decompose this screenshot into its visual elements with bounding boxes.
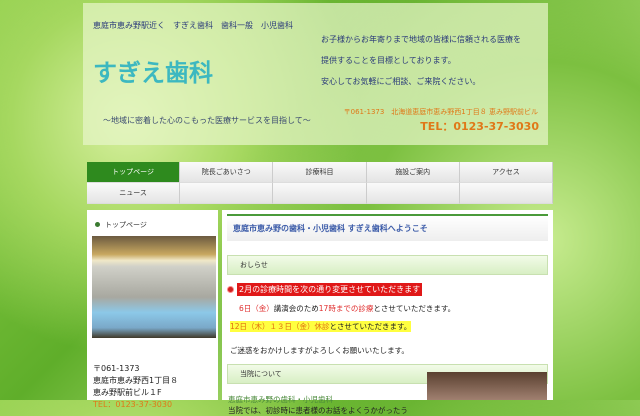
address-line: 〒061-1373 — [93, 364, 140, 373]
date: 6日（金） — [239, 304, 274, 313]
message-line: お子様からお年寄りまで地域の皆様に信頼される医療を — [321, 35, 521, 44]
header-address: 〒061-1373 北海道恵庭市恵み野西1丁目８ 恵み野駅前ビル — [343, 108, 538, 116]
bullet-icon — [227, 286, 234, 293]
nav-empty — [180, 183, 274, 204]
site-logo[interactable]: すぎえ歯科 — [93, 53, 213, 88]
nav-access[interactable]: アクセス — [459, 162, 553, 183]
message-line: 安心してお気軽にご相談、ご来院ください。 — [321, 77, 481, 86]
header-tel: TEL：0123-37-3030 — [420, 120, 539, 133]
message-line: 提供することを目標としております。 — [321, 56, 456, 65]
news-headline: 2月の診療時間を次の通り変更させていただきます — [237, 283, 423, 296]
address-line: 恵庭市恵み野西1丁目８ — [93, 376, 179, 385]
news-apology: ご迷惑をおかけしますがよろしくお願いいたします。 — [230, 346, 409, 355]
main-nav: トップページ 院長ごあいさつ 診療科目 施設ご案内 アクセス ニュース — [87, 162, 553, 204]
nav-treatments[interactable]: 診療科目 — [273, 162, 367, 183]
text: 講演会のため — [273, 304, 319, 313]
header-tagline: 恵庭市恵み野駅近く すぎえ歯科 歯科一般 小児歯科 — [93, 21, 293, 30]
nav-empty — [366, 183, 460, 204]
nav-greeting[interactable]: 院長ごあいさつ — [180, 162, 274, 183]
closed-dates: 12日（木）１３日（金）休診 — [230, 322, 330, 331]
news-line-2: 12日（木）１３日（金）休診とさせていただきます。 — [230, 321, 412, 332]
news-heading: おしらせ — [227, 255, 548, 275]
text: とさせていただきます。 — [373, 304, 456, 313]
header-slogan: ～地域に密着した心のこもった医療サービスを目指して～ — [103, 116, 311, 125]
sidebar-address: 〒061-1373 恵庭市恵み野西1丁目８ 恵み野駅前ビル１F TEL：0123… — [87, 338, 218, 411]
time: 17時までの診療 — [318, 304, 374, 313]
address-line: TEL：0123-37-3030 — [93, 400, 173, 409]
sidebar: トップページ 〒061-1373 恵庭市恵み野西1丁目８ 恵み野駅前ビル１F T… — [87, 210, 218, 409]
about-photo — [427, 372, 547, 400]
nav-top[interactable]: トップページ — [87, 162, 181, 183]
nav-empty — [273, 183, 367, 204]
address-line: 恵み野駅前ビル１F — [93, 388, 162, 397]
nav-news[interactable]: ニュース — [87, 183, 181, 204]
main-content: 恵庭市恵み野の歯科・小児歯科 すぎえ歯科へようこそ おしらせ 2月の診療時間を次… — [222, 210, 553, 415]
about-text: 当院では、初診時に患者様のお話をよくうかがったう — [228, 406, 408, 415]
news-item: 2月の診療時間を次の通り変更させていただきます — [227, 283, 548, 296]
nav-empty — [459, 183, 553, 204]
reception-photo — [92, 236, 216, 338]
header-message: お子様からお年寄りまで地域の皆様に信頼される医療を 提供することを目標としており… — [321, 29, 521, 92]
header: 恵庭市恵み野駅近く すぎえ歯科 歯科一般 小児歯科 すぎえ歯科 ～地域に密着した… — [83, 3, 548, 145]
news-line-1: 6日（金）講演会のため17時までの診療とさせていただきます。 — [227, 303, 548, 314]
text: とさせていただきます。 — [329, 322, 412, 331]
nav-facility[interactable]: 施設ご案内 — [366, 162, 460, 183]
sidebar-title[interactable]: トップページ — [87, 210, 218, 236]
welcome-heading: 恵庭市恵み野の歯科・小児歯科 すぎえ歯科へようこそ — [227, 214, 548, 241]
